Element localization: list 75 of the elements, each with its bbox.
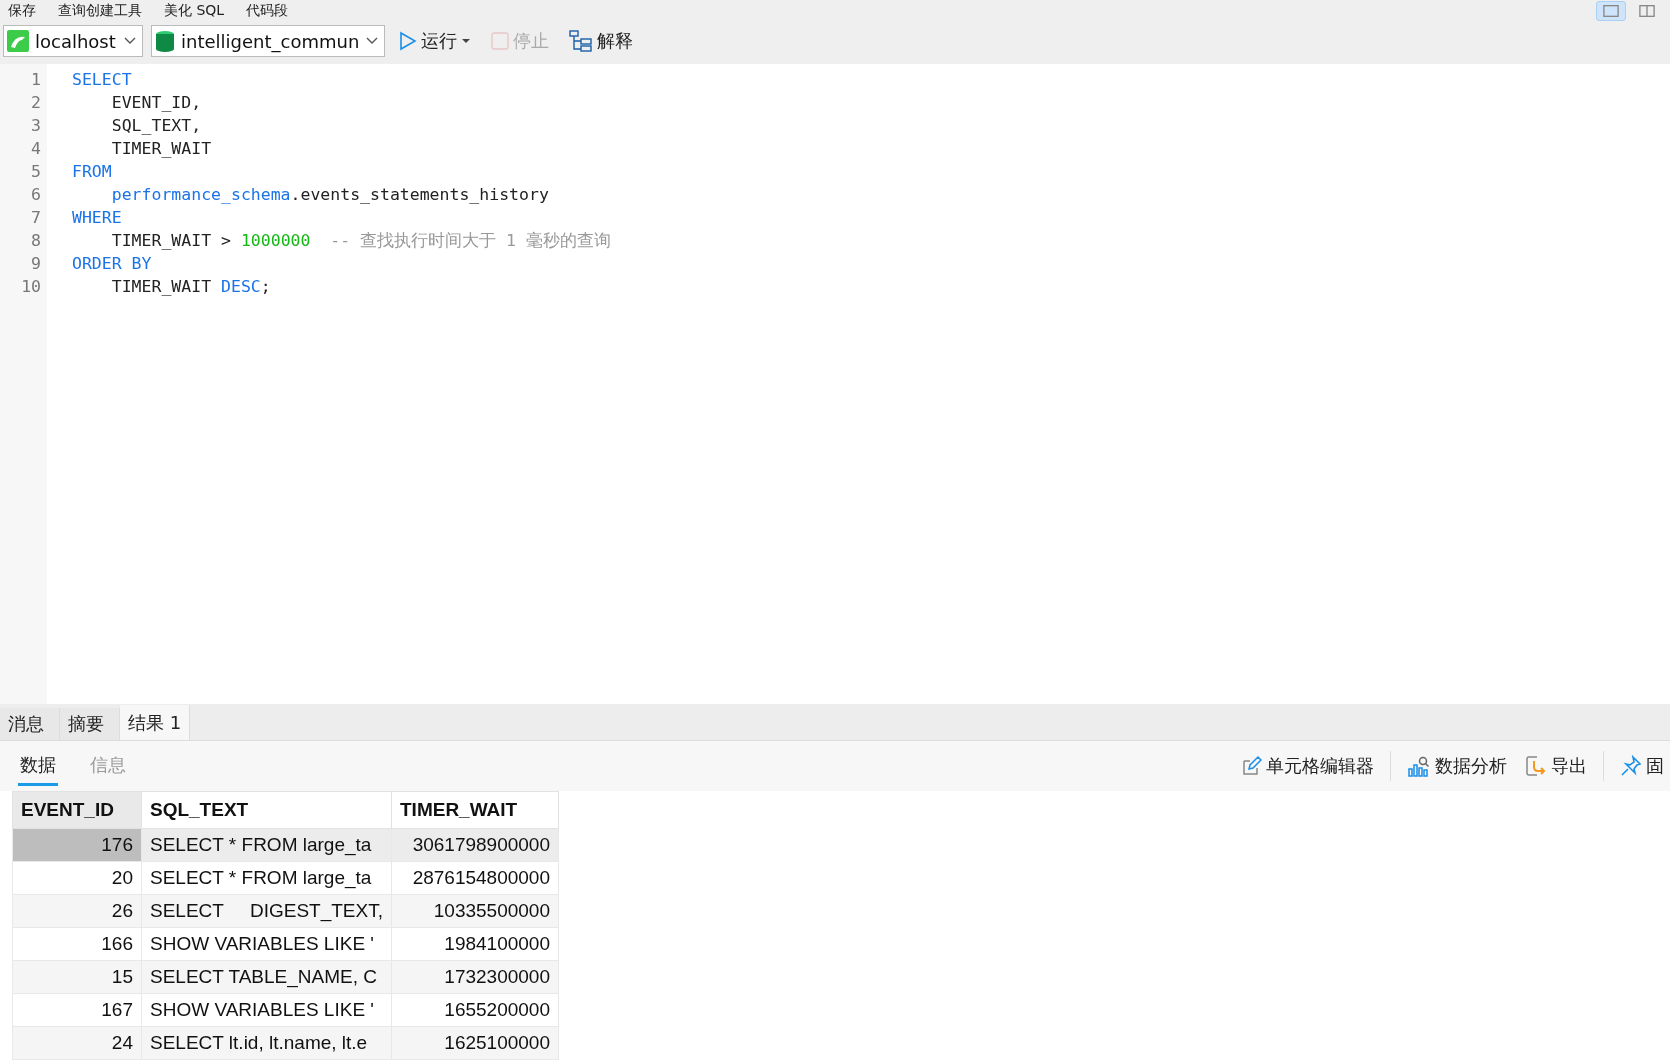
run-button[interactable]: 运行 bbox=[393, 29, 477, 53]
column-header[interactable]: SQL_TEXT bbox=[141, 791, 392, 829]
result-tab[interactable]: 消息 bbox=[0, 708, 60, 740]
play-icon bbox=[399, 31, 417, 51]
table-cell: 26 bbox=[12, 894, 142, 928]
line-number: 8 bbox=[30, 230, 41, 252]
code-line: TIMER_WAIT DESC; bbox=[110, 276, 272, 298]
result-tab[interactable]: 结果 1 bbox=[120, 705, 191, 740]
toolbar-item[interactable]: 美化 SQL bbox=[164, 2, 225, 20]
code-line: FROM bbox=[72, 161, 113, 183]
caret-icon bbox=[461, 38, 471, 44]
code-line: SELECT bbox=[72, 69, 133, 91]
view-tab[interactable]: 数据 bbox=[18, 746, 58, 786]
toolbar-button[interactable]: 导出 bbox=[1523, 752, 1589, 780]
layout-toggle-button[interactable] bbox=[1596, 1, 1626, 21]
server-icon bbox=[7, 30, 29, 52]
tree-diagram-icon bbox=[569, 30, 593, 52]
table-cell: 24 bbox=[12, 1026, 142, 1060]
database-icon bbox=[155, 30, 175, 52]
table-cell: 1625100000 bbox=[391, 1026, 559, 1060]
table-cell: SELECT DIGEST_TEXT, bbox=[141, 894, 392, 928]
table-cell: 20 bbox=[12, 861, 142, 895]
line-number: 2 bbox=[30, 92, 41, 114]
table-cell: 10335500000 bbox=[391, 894, 559, 928]
table-cell: SHOW VARIABLES LIKE ' bbox=[141, 993, 392, 1027]
table-cell: 1984100000 bbox=[391, 927, 559, 961]
pencil-icon bbox=[1240, 755, 1262, 777]
table-cell: SHOW VARIABLES LIKE ' bbox=[141, 927, 392, 961]
export-icon bbox=[1525, 755, 1547, 777]
line-number: 6 bbox=[30, 184, 41, 206]
pin-icon bbox=[1620, 755, 1642, 777]
table-cell: 1732300000 bbox=[391, 960, 559, 994]
code-line: TIMER_WAIT > 1000000 -- 查找执行时间大于 1 毫秒的查询 bbox=[110, 230, 611, 252]
table-cell: SELECT * FROM large_ta bbox=[141, 828, 392, 862]
table-cell: 15 bbox=[12, 960, 142, 994]
table-cell: SELECT TABLE_NAME, C bbox=[141, 960, 392, 994]
toolbar-item[interactable]: 查询创建工具 bbox=[58, 2, 142, 20]
line-number: 1 bbox=[30, 69, 41, 91]
toolbar-button[interactable]: 固 bbox=[1618, 752, 1666, 780]
table-cell: SELECT * FROM large_ta bbox=[141, 861, 392, 895]
table-cell: 166 bbox=[12, 927, 142, 961]
table-cell: 2876154800000 bbox=[391, 861, 559, 895]
toolbar-item[interactable]: 保存 bbox=[8, 2, 36, 20]
bar-chart-search-icon bbox=[1407, 755, 1431, 777]
table-cell: 167 bbox=[12, 993, 142, 1027]
table-cell: 176 bbox=[12, 828, 142, 862]
connection-select[interactable]: localhost bbox=[3, 25, 143, 57]
code-line: ORDER BY bbox=[72, 253, 153, 275]
toolbar-button[interactable]: 单元格编辑器 bbox=[1238, 752, 1376, 780]
line-number: 10 bbox=[20, 276, 41, 298]
toolbar-item[interactable]: 代码段 bbox=[246, 2, 289, 20]
table-cell: 1655200000 bbox=[391, 993, 559, 1027]
line-number: 3 bbox=[30, 115, 41, 137]
table-cell: SELECT lt.id, lt.name, lt.e bbox=[141, 1026, 392, 1060]
line-number: 4 bbox=[30, 138, 41, 160]
column-header[interactable]: EVENT_ID bbox=[12, 791, 142, 829]
database-select[interactable]: intelligent_commun bbox=[151, 25, 385, 57]
result-tab[interactable]: 摘要 bbox=[60, 708, 120, 740]
code-line: SQL_TEXT, bbox=[110, 115, 203, 137]
line-number: 9 bbox=[30, 253, 41, 275]
code-line: WHERE bbox=[72, 207, 123, 229]
chevron-down-icon bbox=[124, 37, 136, 45]
explain-button[interactable]: 解释 bbox=[563, 29, 639, 53]
chevron-down-icon bbox=[366, 37, 378, 45]
code-line: TIMER_WAIT bbox=[110, 138, 213, 160]
panel-icon bbox=[1603, 4, 1619, 18]
toolbar-button[interactable]: 数据分析 bbox=[1405, 752, 1509, 780]
column-header[interactable]: TIMER_WAIT bbox=[391, 791, 559, 829]
code-line: EVENT_ID, bbox=[110, 92, 203, 114]
code-line: performance_schema.events_statements_history bbox=[110, 184, 550, 206]
line-number: 5 bbox=[30, 161, 41, 183]
stop-icon bbox=[491, 32, 509, 50]
line-number: 7 bbox=[30, 207, 41, 229]
split-panel-icon bbox=[1639, 4, 1655, 18]
table-cell: 3061798900000 bbox=[391, 828, 559, 862]
